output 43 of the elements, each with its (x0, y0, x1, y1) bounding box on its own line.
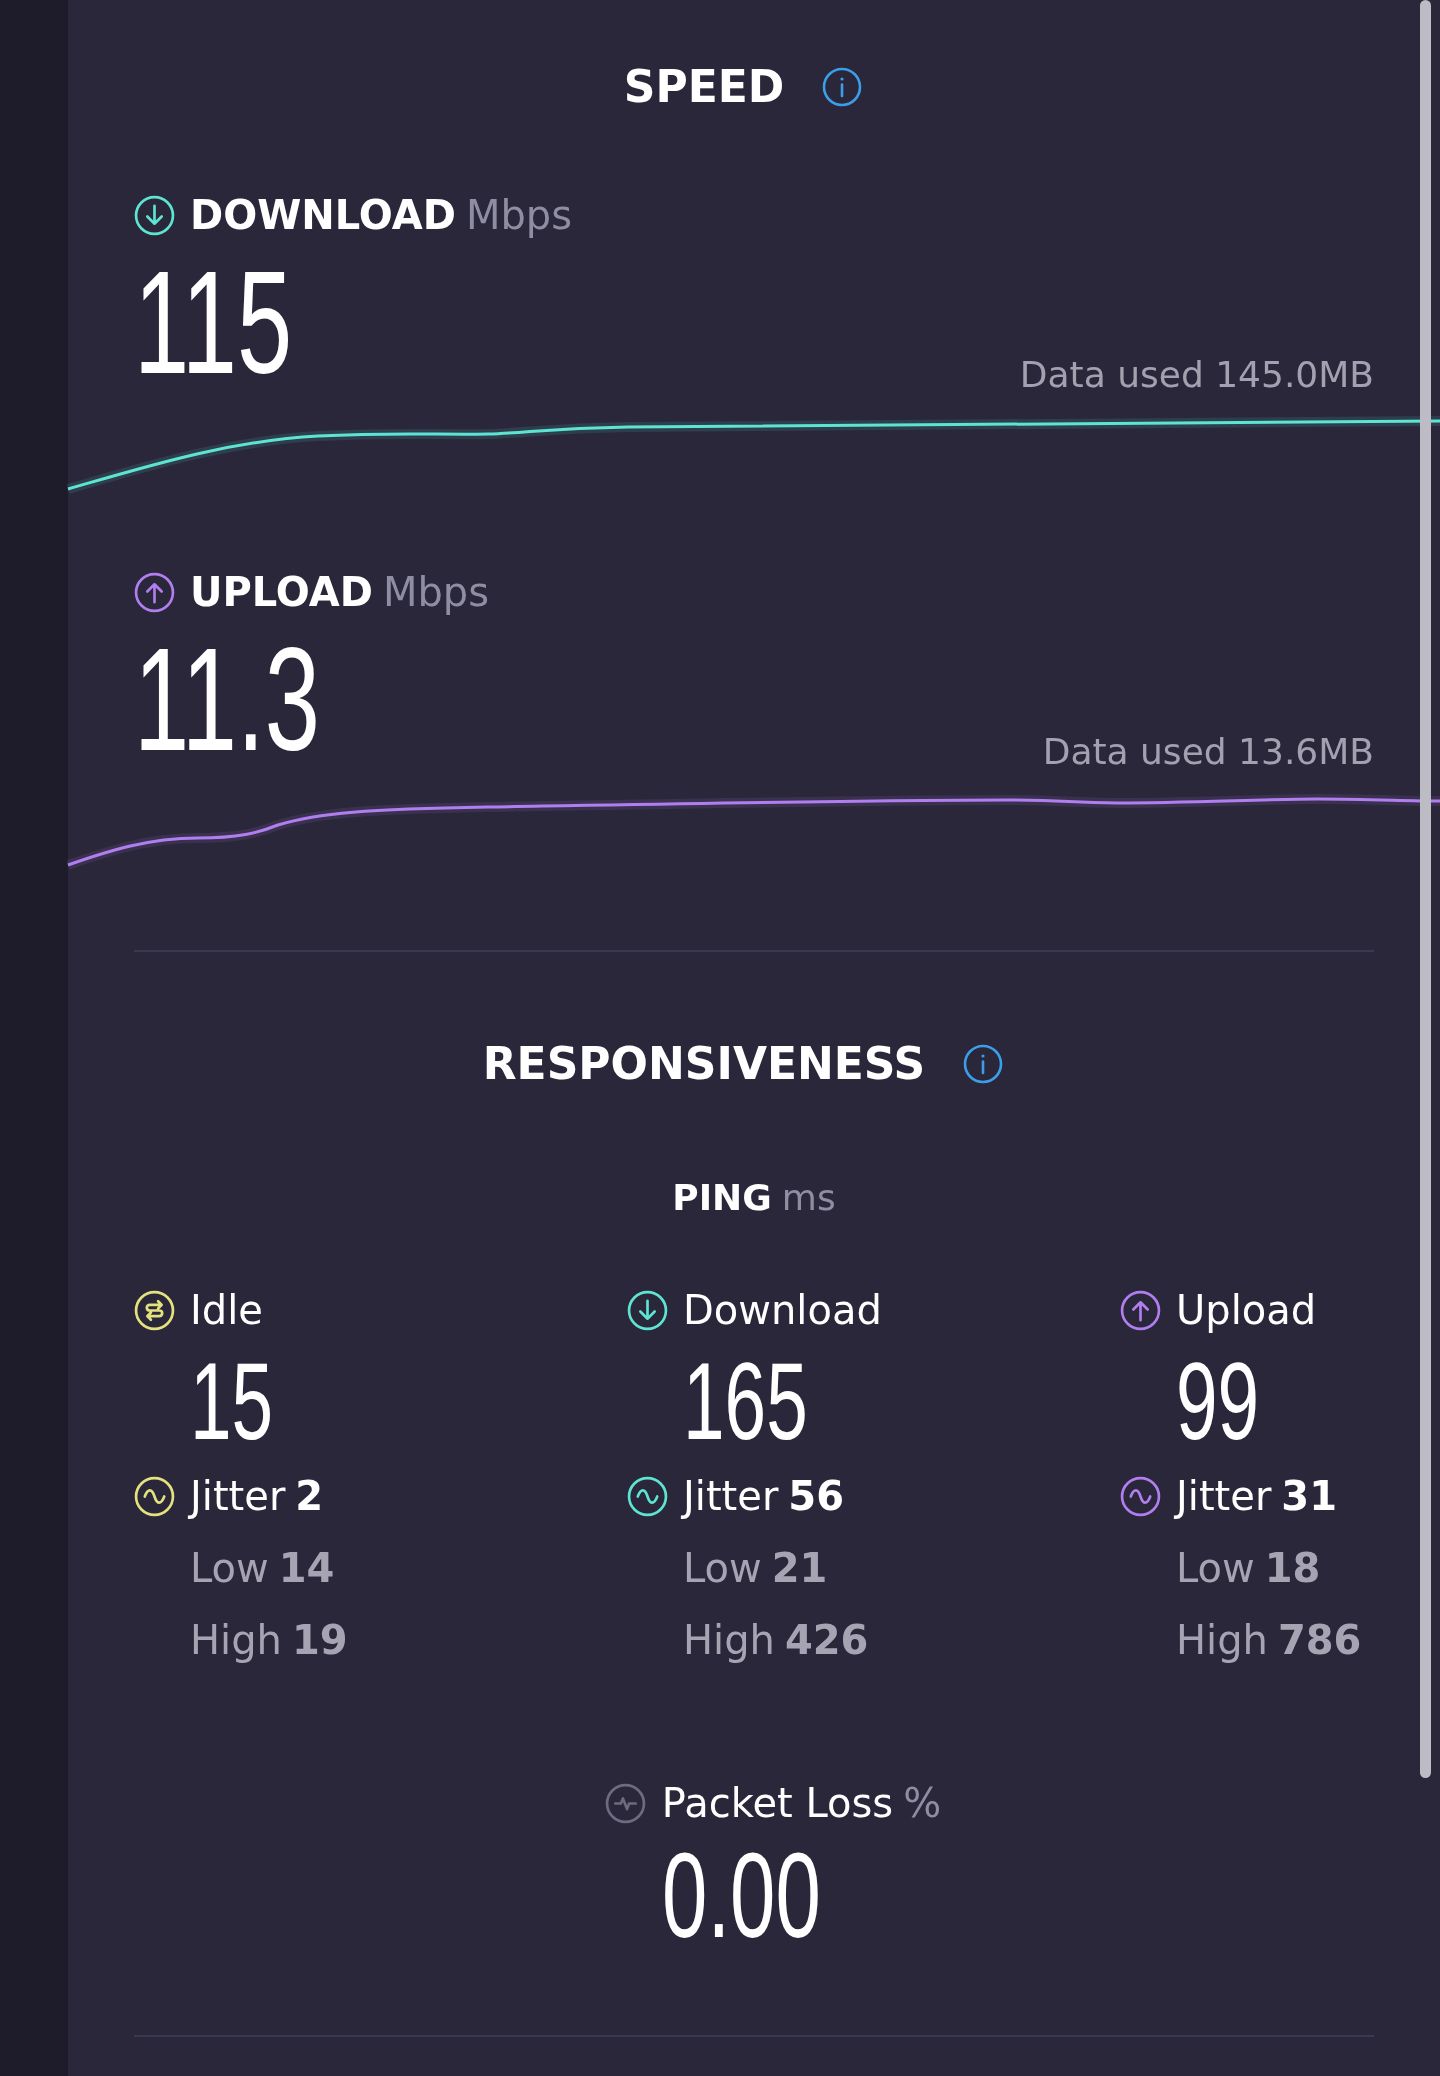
high-label: High (190, 1616, 282, 1664)
unit-label: ms (781, 1176, 836, 1219)
data-used-text: Data used 13.6MB (1042, 730, 1374, 773)
low-value: 18 (1264, 1544, 1321, 1592)
unit-label: Mbps (465, 191, 573, 239)
scrollbar-thumb[interactable] (1420, 0, 1431, 1778)
speed-label: DOWNLOAD (190, 191, 456, 239)
high-value: 786 (1277, 1616, 1362, 1664)
jitter-value: 31 (1281, 1472, 1337, 1520)
pulse-circle-icon (604, 1782, 646, 1824)
section-title: SPEED (623, 60, 785, 113)
low-value: 14 (278, 1544, 335, 1592)
speed-value: 11.3 (134, 627, 320, 773)
info-icon[interactable] (963, 1043, 1004, 1084)
ping-value: 99 (1176, 1346, 1260, 1456)
high-value: 426 (784, 1616, 869, 1664)
ping-value: 15 (190, 1346, 274, 1456)
speed-value: 115 (134, 250, 293, 396)
ping-type-label: Download (683, 1286, 882, 1334)
ping-type-label: Idle (190, 1286, 263, 1334)
low-label: Low (1176, 1544, 1255, 1592)
jitter-value: 56 (788, 1472, 844, 1520)
section-title: RESPONSIVENESS (482, 1037, 926, 1090)
info-icon[interactable] (822, 66, 863, 107)
unit-label: Mbps (382, 568, 490, 616)
low-value: 21 (771, 1544, 828, 1592)
high-value: 19 (291, 1616, 348, 1664)
low-label: Low (190, 1544, 269, 1592)
packet-loss-value: 0.00 (661, 1835, 821, 1955)
high-label: High (683, 1616, 775, 1664)
jitter-label: Jitter (683, 1472, 779, 1520)
data-used-text: Data used 145.0MB (1019, 353, 1374, 396)
high-label: High (1176, 1616, 1268, 1664)
ping-label: PING (672, 1176, 772, 1219)
packet-loss-label: Packet Loss (661, 1779, 894, 1827)
speed-label: UPLOAD (190, 568, 373, 616)
ping-type-label: Upload (1176, 1286, 1317, 1334)
ping-value: 165 (683, 1346, 808, 1456)
jitter-label: Jitter (190, 1472, 286, 1520)
jitter-value: 2 (295, 1472, 324, 1520)
jitter-label: Jitter (1176, 1472, 1272, 1520)
unit-label: % (903, 1779, 942, 1827)
low-label: Low (683, 1544, 762, 1592)
